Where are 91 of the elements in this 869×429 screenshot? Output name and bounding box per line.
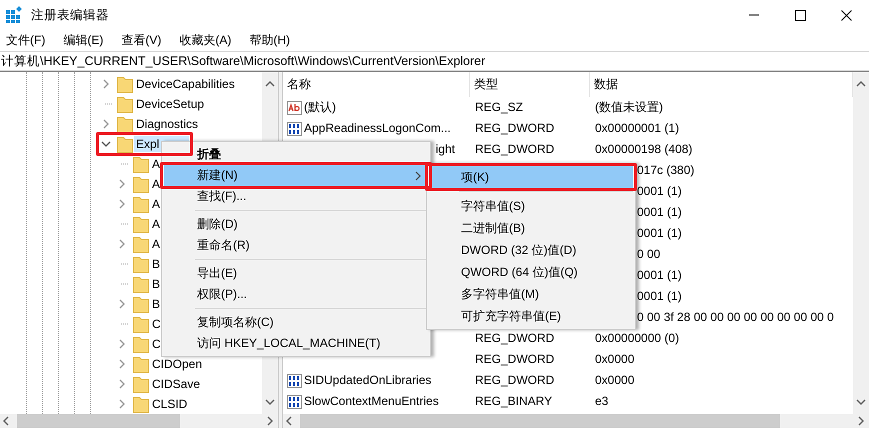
menu-item[interactable]: DWORD (32 位)值(D)	[429, 239, 633, 261]
value-data: 0001 (1)	[637, 268, 682, 283]
binary-value-icon	[287, 120, 303, 136]
value-type: REG_DWORD	[475, 373, 554, 388]
value-data: 0 00	[637, 247, 660, 262]
menu-item[interactable]: 收藏夹(A)	[174, 33, 236, 48]
menu-item[interactable]: QWORD (64 位)值(Q)	[429, 261, 633, 283]
menu-item[interactable]: 字符串值(S)	[429, 195, 633, 217]
menu-item[interactable]: 复制项名称(C)	[164, 312, 428, 333]
menu-item[interactable]: 项(K)	[429, 166, 633, 188]
value-data: 0x0000	[595, 352, 634, 367]
tree-item[interactable]: A	[152, 216, 160, 232]
tree-item[interactable]: A	[152, 176, 160, 192]
folder-icon	[117, 95, 133, 113]
folder-icon	[133, 295, 149, 313]
menu-item[interactable]: 导出(E)	[164, 263, 428, 284]
value-data: 0x0000	[595, 373, 634, 388]
value-data: (数值未设置)	[595, 100, 663, 115]
value-data: 017c (380)	[637, 163, 694, 178]
folder-icon	[133, 235, 149, 253]
menu-item[interactable]: 查找(F)...	[164, 186, 428, 207]
menu-item[interactable]: 重命名(R)	[164, 235, 428, 256]
tree-item[interactable]: Diagnostics	[136, 116, 198, 132]
value-data: 0001 (1)	[637, 205, 682, 220]
address-bar[interactable]: 计算机\HKEY_CURRENT_USER\Software\Microsoft\Windows\CurrentVersion\Explorer	[1, 54, 486, 68]
folder-icon	[133, 255, 149, 273]
menu-item[interactable]: 可扩充字符串值(E)	[429, 305, 633, 327]
tree-item[interactable]: C	[152, 336, 161, 352]
value-type: REG_DWORD	[475, 121, 554, 136]
tree-item[interactable]: CLSID	[152, 396, 188, 412]
binary-value-icon	[287, 372, 303, 388]
folder-icon	[133, 195, 149, 213]
menu-item[interactable]: 多字符串值(M)	[429, 283, 633, 305]
tree-item[interactable]: B	[152, 256, 160, 272]
folder-icon	[117, 115, 133, 133]
tree-item[interactable]: B	[152, 276, 160, 292]
vertical-scrollbar[interactable]	[853, 72, 869, 414]
folder-icon	[133, 375, 149, 393]
folder-icon	[133, 355, 149, 373]
tree-item[interactable]: CIDOpen	[152, 356, 202, 372]
tree-item[interactable]: DeviceSetup	[136, 96, 204, 112]
window-title: 注册表编辑器	[31, 8, 109, 22]
value-data: 0x00000198 (408)	[595, 142, 692, 157]
menu-item[interactable]: 权限(P)...	[164, 284, 428, 305]
tree-item[interactable]: A	[152, 156, 160, 172]
folder-icon	[133, 215, 149, 233]
value-type: REG_DWORD	[475, 142, 554, 157]
horizontal-scrollbar[interactable]	[0, 414, 278, 428]
value-data: 0001 (1)	[637, 184, 682, 199]
close-icon	[840, 10, 852, 20]
value-type: REG_BINARY	[475, 394, 552, 409]
menu-item[interactable]: 二进制值(B)	[429, 217, 633, 239]
tree-item[interactable]: CIDSave	[152, 376, 200, 392]
value-name[interactable]: AppReadinessLogonCom...	[304, 121, 451, 136]
menu-item[interactable]: 删除(D)	[164, 214, 428, 235]
menu-item[interactable]: 访问 HKEY_LOCAL_MACHINE(T)	[164, 333, 428, 354]
menu-item[interactable]: 新建(N)	[164, 165, 428, 186]
value-data: 0 00 3f 28 00 00 00 00 00 00 00 00 0	[637, 310, 834, 325]
value-type: REG_DWORD	[475, 331, 554, 346]
string-value-icon	[287, 100, 303, 116]
folder-icon	[133, 155, 149, 173]
folder-icon	[117, 75, 133, 93]
value-name[interactable]: SlowContextMenuEntries	[304, 394, 439, 409]
value-data: 0001 (1)	[637, 289, 682, 304]
menu-item[interactable]: 编辑(E)	[58, 33, 108, 48]
value-type: REG_DWORD	[475, 352, 554, 367]
value-name[interactable]: ight	[436, 142, 455, 157]
registry-editor-icon	[5, 6, 23, 24]
value-name[interactable]: SIDUpdatedOnLibraries	[304, 373, 432, 388]
folder-icon	[133, 175, 149, 193]
menu-item[interactable]: 查看(V)	[116, 33, 166, 48]
value-name[interactable]: (默认)	[304, 100, 336, 115]
value-type: REG_SZ	[475, 100, 524, 115]
value-data: 0x00000000 (0)	[595, 331, 680, 346]
tree-item[interactable]: A	[152, 236, 160, 252]
tree-item[interactable]: DeviceCapabilities	[136, 76, 235, 92]
folder-icon	[133, 395, 149, 413]
menu-item[interactable]: 文件(F)	[1, 33, 50, 48]
binary-value-icon	[287, 394, 303, 410]
value-data: 0x00000001 (1)	[595, 121, 680, 136]
value-data: e3	[595, 394, 608, 409]
tree-item[interactable]: B	[152, 296, 160, 312]
menu-item[interactable]: 帮助(H)	[244, 33, 295, 48]
folder-icon	[133, 275, 149, 293]
folder-icon	[133, 335, 149, 353]
tree-item[interactable]: A	[152, 196, 160, 212]
maximize-icon	[794, 10, 806, 20]
folder-icon	[133, 315, 149, 333]
tree-item[interactable]: C	[152, 316, 161, 332]
horizontal-scrollbar[interactable]	[283, 414, 869, 428]
value-data: 0001 (1)	[637, 226, 682, 241]
